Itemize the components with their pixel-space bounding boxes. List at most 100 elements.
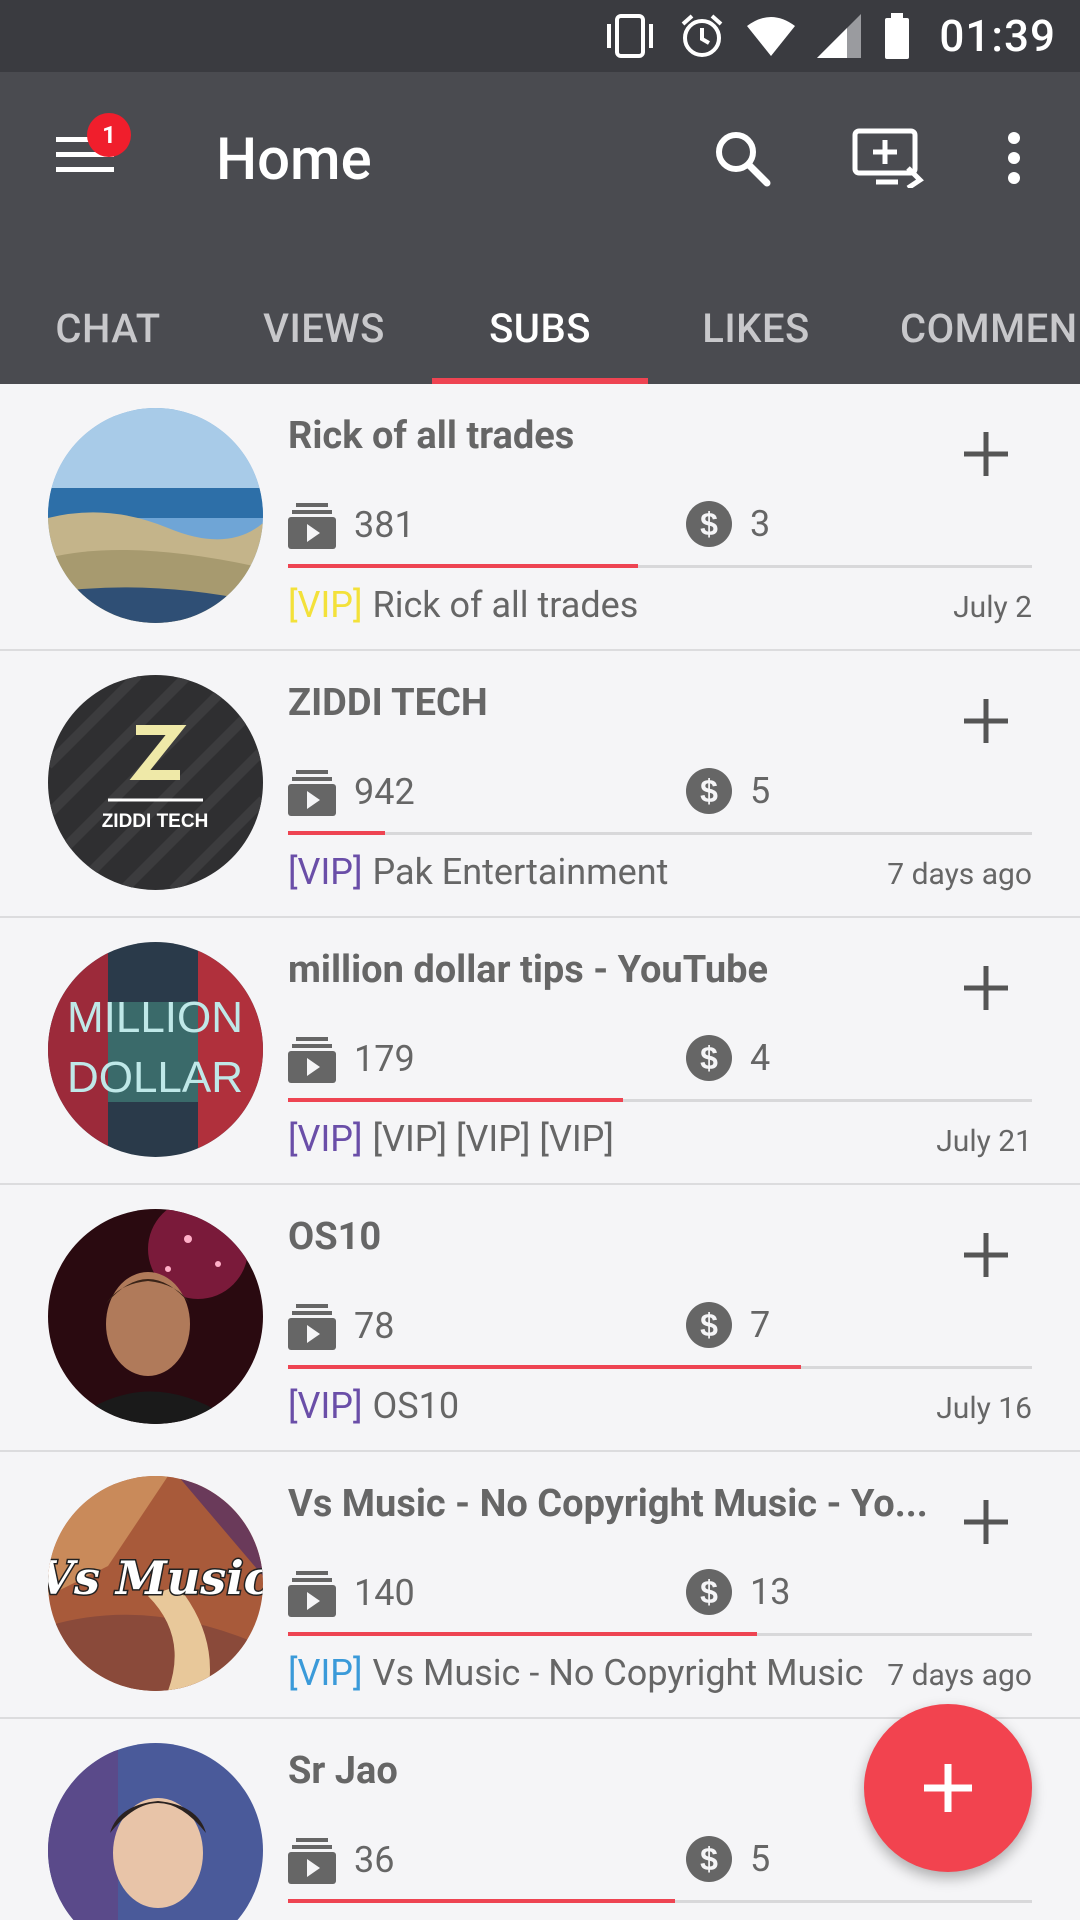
dollar-coin-icon: $	[686, 1035, 732, 1081]
coins-stat: $ 7	[686, 1302, 770, 1348]
views-count: 942	[354, 771, 415, 813]
views-count: 36	[354, 1839, 395, 1881]
list-item[interactable]: Rick of all trades 381 $ 3 [VIP] Rick of …	[0, 384, 1080, 651]
search-button[interactable]	[702, 118, 782, 198]
svg-text:$: $	[700, 506, 718, 542]
tab-chat[interactable]: CHAT	[0, 272, 216, 384]
avatar: ZIDDI TECH	[48, 675, 263, 890]
progress-bar	[288, 564, 1032, 568]
coins-count: 7	[750, 1304, 771, 1346]
vip-description: [VIP] [VIP] [VIP] [VIP]	[288, 1118, 614, 1160]
add-to-screen-button[interactable]	[848, 118, 928, 198]
coins-count: 5	[750, 1838, 771, 1880]
page-title: Home	[216, 126, 372, 194]
date-label: July 21	[936, 1124, 1032, 1159]
channel-title: million dollar tips - YouTube	[288, 948, 769, 992]
progress-bar	[288, 1365, 1032, 1369]
coins-count: 5	[750, 770, 771, 812]
alarm-icon	[682, 14, 723, 57]
list-item[interactable]: OS10 78 $ 7 [VIP] OS10 July 16	[0, 1185, 1080, 1452]
svg-text:$: $	[700, 1307, 718, 1343]
tab-views[interactable]: VIEWS	[216, 272, 432, 384]
add-icon[interactable]	[956, 958, 1016, 1018]
tab-comments[interactable]: COMMEN	[864, 272, 1080, 384]
notification-badge: 1	[87, 113, 131, 157]
tab-likes[interactable]: LIKES	[648, 272, 864, 384]
tab-subs[interactable]: SUBS	[432, 272, 648, 384]
avatar	[48, 408, 263, 623]
svg-text:$: $	[700, 1841, 718, 1877]
description-text: OS10	[372, 1385, 460, 1427]
wifi-icon	[747, 17, 796, 56]
video-stack-icon	[288, 770, 336, 816]
list-item[interactable]: MILLION DOLLAR million dollar tips - You…	[0, 918, 1080, 1185]
clock: 01:39	[939, 10, 1056, 62]
date-label: 7 days ago	[887, 857, 1032, 892]
status-bar: 01:39	[0, 0, 1080, 72]
vip-tag: [VIP]	[288, 851, 363, 893]
avatar-text: Vs Music	[48, 1551, 263, 1605]
progress-bar	[288, 1632, 1032, 1636]
search-icon	[716, 132, 771, 187]
video-stack-icon	[288, 1838, 336, 1884]
coins-count: 4	[750, 1037, 771, 1079]
add-fab-button[interactable]	[864, 1704, 1032, 1872]
avatar-text: DOLLAR	[67, 1053, 243, 1102]
signal-icon	[817, 14, 862, 58]
video-stack-icon	[288, 1037, 336, 1083]
add-icon[interactable]	[956, 1492, 1016, 1552]
list-item[interactable]: Vs Music Vs Music - No Copyright Music -…	[0, 1452, 1080, 1719]
coins-count: 13	[750, 1571, 791, 1613]
channel-title: OS10	[288, 1215, 382, 1259]
views-stat: 381	[288, 501, 415, 549]
views-stat: 942	[288, 768, 415, 816]
channel-list: Rick of all trades 381 $ 3 [VIP] Rick of …	[0, 384, 1080, 1920]
svg-text:$: $	[700, 1574, 718, 1610]
vip-tag: [VIP]	[288, 1385, 363, 1427]
views-stat: 78	[288, 1302, 394, 1350]
views-count: 381	[354, 504, 415, 546]
vip-tag: [VIP]	[288, 584, 363, 626]
views-stat: 140	[288, 1569, 415, 1617]
dollar-coin-icon: $	[686, 1836, 732, 1882]
add-icon[interactable]	[956, 424, 1016, 484]
coins-stat: $ 3	[686, 501, 770, 547]
vip-tag: [VIP]	[288, 1118, 363, 1160]
description-text: [VIP] [VIP] [VIP]	[372, 1118, 614, 1160]
coins-count: 3	[750, 503, 771, 545]
views-count: 140	[354, 1572, 415, 1614]
list-item[interactable]: ZIDDI TECH ZIDDI TECH 942 $ 5 [VIP] Pak E…	[0, 651, 1080, 918]
vibrate-icon	[607, 14, 654, 58]
video-stack-icon	[288, 1571, 336, 1617]
views-stat: 36	[288, 1836, 394, 1884]
avatar	[48, 1209, 263, 1424]
avatar-text: ZIDDI TECH	[102, 811, 209, 832]
progress-bar	[288, 1899, 1032, 1903]
description-text: Rick of all trades	[372, 584, 639, 626]
svg-text:$: $	[700, 1040, 718, 1076]
avatar-text: MILLION	[67, 993, 243, 1042]
vip-description: [VIP] Vs Music - No Copyright Music	[288, 1652, 864, 1694]
vip-description: [VIP] Rick of all trades	[288, 584, 638, 626]
vip-description: [VIP] Pak Entertainment	[288, 851, 668, 893]
views-count: 179	[354, 1038, 415, 1080]
dollar-coin-icon: $	[686, 1302, 732, 1348]
add-icon[interactable]	[956, 1225, 1016, 1285]
views-count: 78	[354, 1305, 395, 1347]
video-stack-icon	[288, 1304, 336, 1350]
dollar-coin-icon: $	[686, 768, 732, 814]
plus-icon	[924, 1764, 972, 1812]
description-text: Pak Entertainment	[372, 851, 669, 893]
battery-icon	[885, 13, 910, 59]
coins-stat: $ 5	[686, 768, 770, 814]
description-text: Vs Music - No Copyright Music	[372, 1652, 864, 1694]
coins-stat: $ 13	[686, 1569, 790, 1615]
overflow-menu-button[interactable]	[974, 118, 1054, 198]
add-icon[interactable]	[956, 691, 1016, 751]
avatar: MILLION DOLLAR	[48, 942, 263, 1157]
more-vert-icon	[1008, 132, 1020, 184]
avatar: Vs Music	[48, 1476, 263, 1691]
progress-bar	[288, 831, 1032, 835]
channel-title: Vs Music - No Copyright Music - Yo...	[288, 1482, 928, 1526]
progress-bar	[288, 1098, 1032, 1102]
